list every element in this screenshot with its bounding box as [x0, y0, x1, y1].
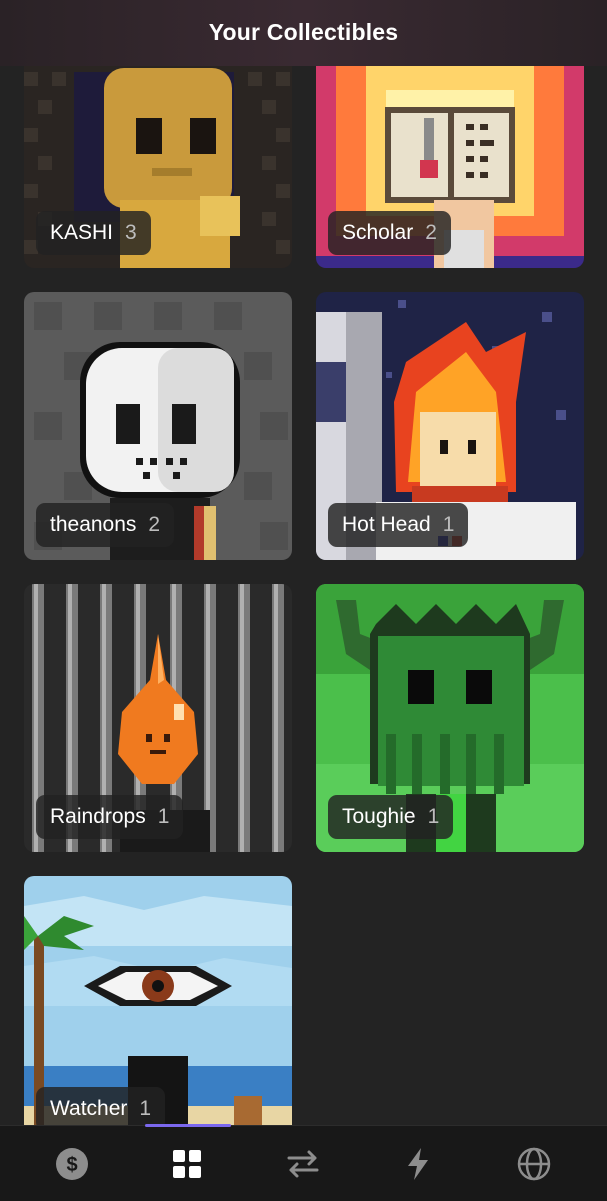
tab-explore[interactable]	[514, 1144, 554, 1184]
tab-selected-indicator	[145, 1124, 231, 1127]
collectible-card-hot-head[interactable]: Hot Head 1	[316, 292, 584, 560]
collectible-label: Hot Head 1	[328, 503, 469, 547]
lightning-icon	[408, 1148, 428, 1180]
dollar-icon: $	[56, 1148, 88, 1180]
collectible-card-raindrops[interactable]: Raindrops 1	[24, 584, 292, 852]
tab-activity[interactable]	[398, 1144, 438, 1184]
grid-icon	[173, 1150, 201, 1178]
tab-collectibles[interactable]	[167, 1144, 207, 1184]
collectible-card-toughie[interactable]: Toughie 1	[316, 584, 584, 852]
collectible-name: Watcher	[50, 1097, 128, 1120]
collectible-name: Toughie	[342, 805, 416, 828]
collectibles-grid: KASHI 3 Scholar 2 theanons 2 Hot Head 1 …	[0, 0, 607, 1125]
tab-swap[interactable]	[283, 1144, 323, 1184]
collectible-count: 3	[125, 221, 137, 244]
collectible-label: KASHI 3	[36, 211, 151, 255]
bottom-tab-bar: $	[0, 1124, 607, 1201]
svg-text:$: $	[66, 1154, 77, 1176]
collectible-count: 2	[425, 221, 437, 244]
collectible-count: 1	[442, 513, 455, 536]
page-title: Your Collectibles	[208, 18, 399, 45]
collectible-name: Raindrops	[50, 805, 146, 828]
collectible-count: 2	[148, 513, 161, 536]
top-header: Your Collectibles	[0, 0, 607, 66]
swap-arrows-icon	[287, 1150, 319, 1178]
collectible-label: Raindrops 1	[36, 795, 184, 839]
collectible-name: theanons	[50, 513, 137, 536]
collectible-label: Toughie 1	[328, 795, 454, 839]
globe-icon	[517, 1147, 551, 1181]
collectible-label: Watcher 1	[36, 1087, 166, 1125]
collectible-card-watcher[interactable]: Watcher 1	[24, 876, 292, 1125]
collectible-count: 1	[157, 805, 170, 828]
collectible-name: Scholar	[342, 221, 414, 244]
collectible-count: 1	[139, 1097, 152, 1120]
collectible-name: Hot Head	[342, 513, 431, 536]
collectible-label: theanons 2	[36, 503, 175, 547]
tab-wallet[interactable]: $	[52, 1144, 92, 1184]
collectible-label: Scholar 2	[328, 211, 451, 255]
collectible-count: 1	[427, 805, 440, 828]
collectible-name: KASHI	[50, 221, 114, 244]
collectible-card-theanons[interactable]: theanons 2	[24, 292, 292, 560]
